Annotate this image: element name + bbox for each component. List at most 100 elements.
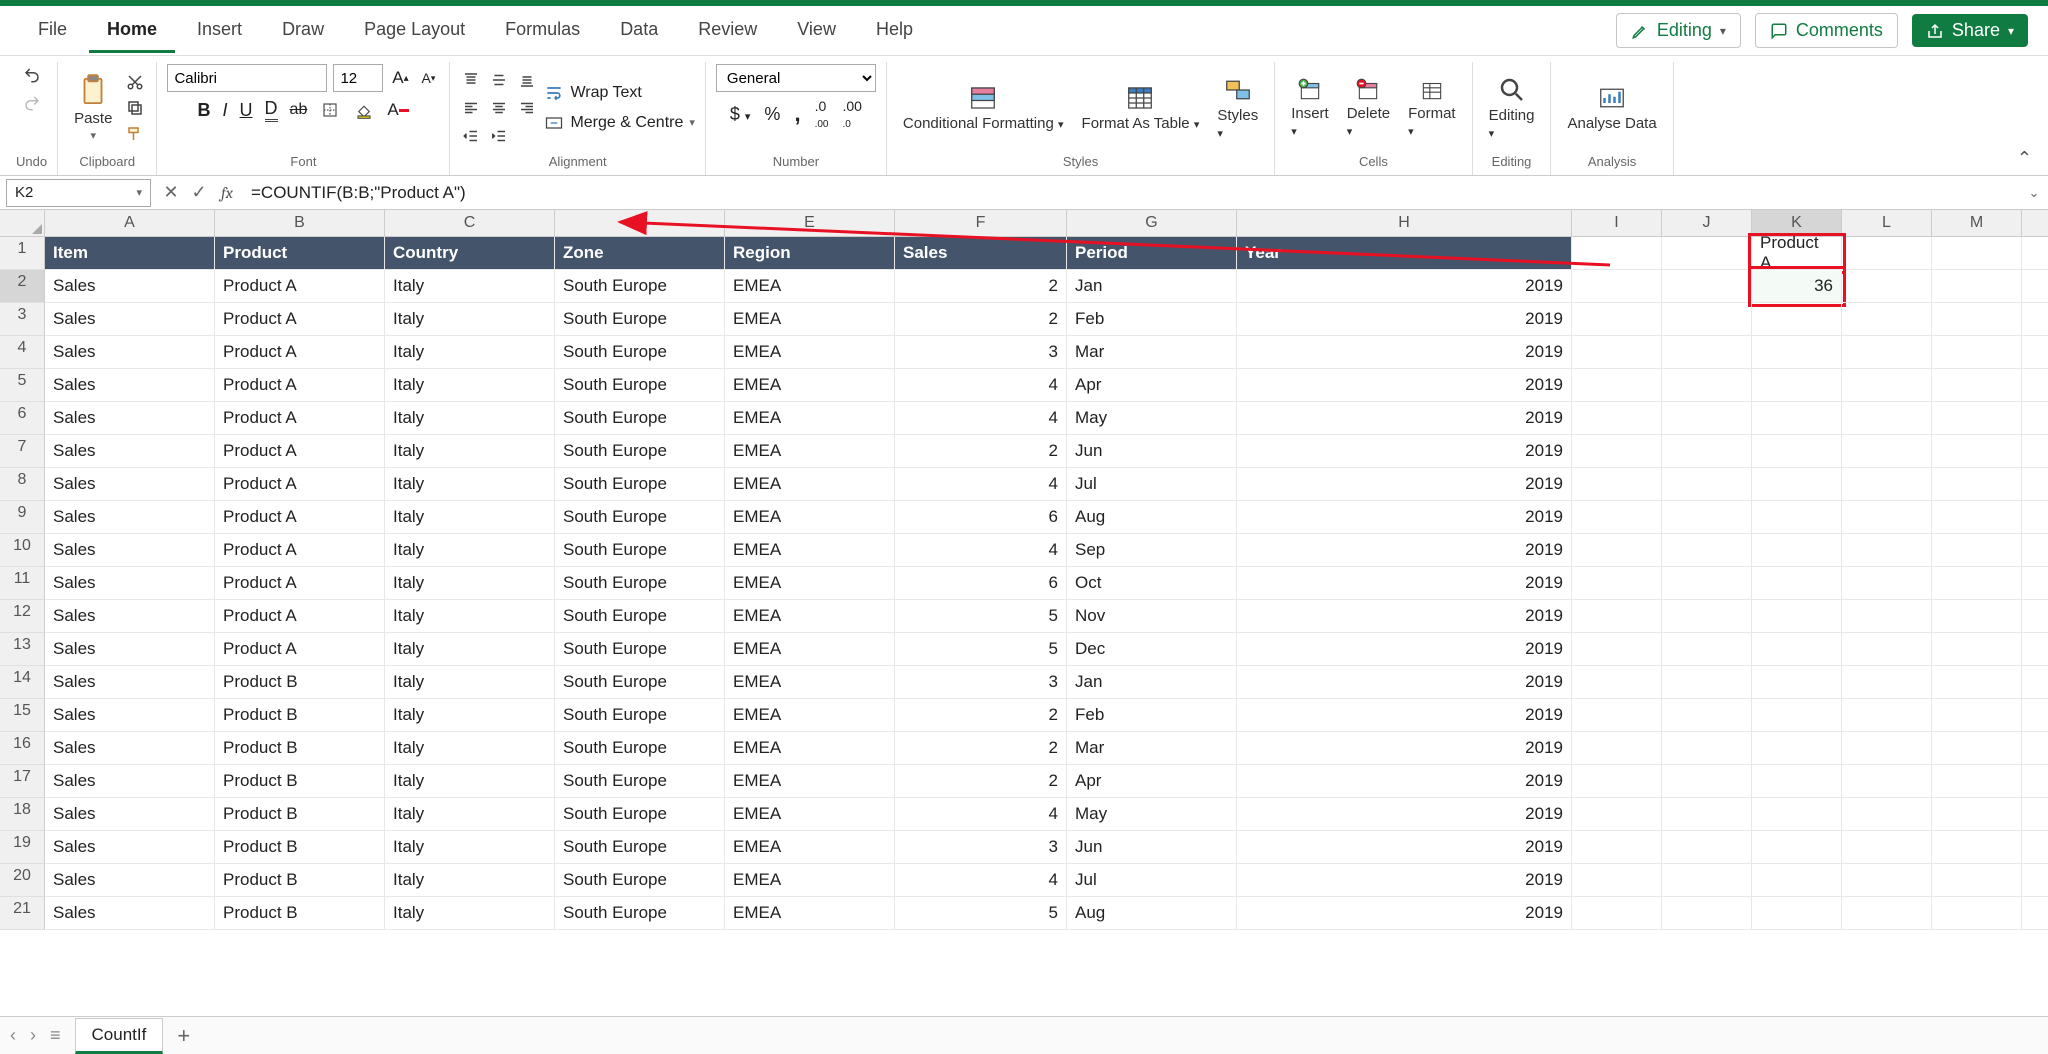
empty-cell[interactable]: [1662, 600, 1752, 633]
cell-k1[interactable]: Product A: [1752, 237, 1842, 270]
data-cell[interactable]: South Europe: [555, 633, 725, 666]
empty-cell[interactable]: [1932, 798, 2022, 831]
conditional-formatting-button[interactable]: Conditional Formatting ▾: [897, 79, 1070, 136]
data-cell[interactable]: Product B: [215, 699, 385, 732]
row-header[interactable]: 3: [0, 303, 45, 336]
data-cell[interactable]: Product A: [215, 633, 385, 666]
data-cell[interactable]: Product A: [215, 336, 385, 369]
empty-cell[interactable]: [1842, 633, 1932, 666]
empty-cell[interactable]: [1842, 666, 1932, 699]
column-header[interactable]: F: [895, 210, 1067, 237]
expand-formula-bar-button[interactable]: ⌄: [2020, 185, 2048, 201]
empty-cell[interactable]: [1842, 567, 1932, 600]
empty-cell[interactable]: [1662, 699, 1752, 732]
empty-cell[interactable]: [1932, 765, 2022, 798]
empty-cell[interactable]: [1572, 435, 1662, 468]
font-color-button[interactable]: A: [387, 99, 409, 121]
data-cell[interactable]: Product A: [215, 468, 385, 501]
tab-review[interactable]: Review: [680, 9, 775, 53]
empty-cell[interactable]: [1842, 798, 1932, 831]
tab-data[interactable]: Data: [602, 9, 676, 53]
data-cell[interactable]: Sales: [45, 864, 215, 897]
empty-cell[interactable]: [1662, 435, 1752, 468]
data-cell[interactable]: Mar: [1067, 336, 1237, 369]
data-cell[interactable]: Italy: [385, 633, 555, 666]
row-header[interactable]: 16: [0, 732, 45, 765]
data-cell[interactable]: 6: [895, 567, 1067, 600]
data-cell[interactable]: 2019: [1237, 534, 1572, 567]
data-cell[interactable]: South Europe: [555, 897, 725, 930]
borders-button[interactable]: [319, 99, 341, 121]
row-header[interactable]: 8: [0, 468, 45, 501]
empty-cell[interactable]: [2022, 600, 2048, 633]
table-header-cell[interactable]: Sales: [895, 237, 1067, 270]
data-cell[interactable]: Sales: [45, 534, 215, 567]
empty-cell[interactable]: [1932, 402, 2022, 435]
empty-cell[interactable]: [1752, 699, 1842, 732]
empty-cell[interactable]: [1662, 765, 1752, 798]
share-button[interactable]: Share ▾: [1912, 14, 2028, 47]
empty-cell[interactable]: [1662, 732, 1752, 765]
data-cell[interactable]: Product B: [215, 732, 385, 765]
row-header[interactable]: 1: [0, 237, 45, 270]
italic-button[interactable]: I: [223, 100, 228, 121]
double-underline-button[interactable]: D: [265, 98, 278, 122]
tab-draw[interactable]: Draw: [264, 9, 342, 53]
empty-cell[interactable]: [1662, 501, 1752, 534]
empty-cell[interactable]: [1842, 732, 1932, 765]
data-cell[interactable]: 2019: [1237, 402, 1572, 435]
row-header[interactable]: 17: [0, 765, 45, 798]
empty-cell[interactable]: [1572, 270, 1662, 303]
empty-cell[interactable]: [1842, 765, 1932, 798]
data-cell[interactable]: Italy: [385, 798, 555, 831]
empty-cell[interactable]: [1842, 831, 1932, 864]
row-header[interactable]: 19: [0, 831, 45, 864]
data-cell[interactable]: Product B: [215, 897, 385, 930]
data-cell[interactable]: Italy: [385, 666, 555, 699]
empty-cell[interactable]: [1842, 270, 1932, 303]
empty-cell[interactable]: [1932, 600, 2022, 633]
data-cell[interactable]: Jan: [1067, 270, 1237, 303]
bold-button[interactable]: B: [198, 100, 211, 121]
data-cell[interactable]: Product A: [215, 303, 385, 336]
empty-cell[interactable]: [1932, 369, 2022, 402]
data-cell[interactable]: Italy: [385, 864, 555, 897]
data-cell[interactable]: Italy: [385, 501, 555, 534]
data-cell[interactable]: South Europe: [555, 534, 725, 567]
empty-cell[interactable]: [1752, 897, 1842, 930]
data-cell[interactable]: EMEA: [725, 600, 895, 633]
empty-cell[interactable]: [1842, 468, 1932, 501]
empty-cell[interactable]: [1752, 666, 1842, 699]
empty-cell[interactable]: [1752, 633, 1842, 666]
data-cell[interactable]: 4: [895, 798, 1067, 831]
add-sheet-button[interactable]: +: [177, 1023, 190, 1049]
data-cell[interactable]: South Europe: [555, 435, 725, 468]
empty-cell[interactable]: [2022, 633, 2048, 666]
column-header[interactable]: C: [385, 210, 555, 237]
data-cell[interactable]: Sales: [45, 270, 215, 303]
data-cell[interactable]: Product A: [215, 567, 385, 600]
data-cell[interactable]: 2019: [1237, 369, 1572, 402]
row-header[interactable]: 4: [0, 336, 45, 369]
data-cell[interactable]: Italy: [385, 336, 555, 369]
currency-button[interactable]: $ ▾: [730, 104, 751, 125]
column-header[interactable]: E: [725, 210, 895, 237]
data-cell[interactable]: Italy: [385, 369, 555, 402]
empty-cell[interactable]: [1572, 402, 1662, 435]
format-cells-button[interactable]: Format▾: [1402, 73, 1462, 143]
data-cell[interactable]: EMEA: [725, 501, 895, 534]
data-cell[interactable]: Product B: [215, 798, 385, 831]
data-cell[interactable]: 2019: [1237, 699, 1572, 732]
copy-button[interactable]: [124, 97, 146, 119]
table-header-cell[interactable]: Year: [1237, 237, 1572, 270]
data-cell[interactable]: Sales: [45, 633, 215, 666]
empty-cell[interactable]: [1842, 699, 1932, 732]
empty-cell[interactable]: [1662, 468, 1752, 501]
sheet-next-button[interactable]: ›: [30, 1025, 36, 1046]
row-header[interactable]: 14: [0, 666, 45, 699]
empty-cell[interactable]: [1572, 237, 1662, 270]
empty-cell[interactable]: [1752, 435, 1842, 468]
data-cell[interactable]: Italy: [385, 732, 555, 765]
row-header[interactable]: 21: [0, 897, 45, 930]
select-all-corner[interactable]: [0, 210, 45, 237]
